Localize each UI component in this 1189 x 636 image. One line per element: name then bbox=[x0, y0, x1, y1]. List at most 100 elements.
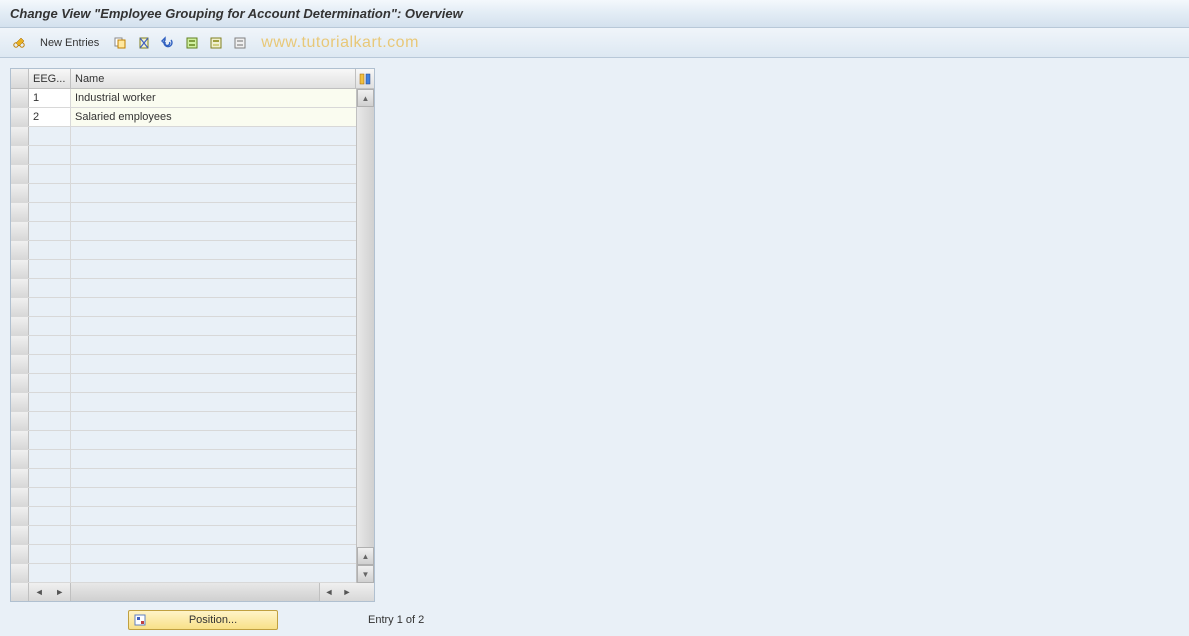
table-row[interactable] bbox=[11, 298, 358, 317]
cell-eeg[interactable] bbox=[29, 336, 71, 354]
cell-eeg[interactable] bbox=[29, 203, 71, 221]
row-selector[interactable] bbox=[11, 127, 29, 145]
cell-name[interactable] bbox=[71, 127, 358, 145]
cell-name[interactable] bbox=[71, 450, 358, 468]
row-selector[interactable] bbox=[11, 260, 29, 278]
cell-eeg[interactable] bbox=[29, 545, 71, 563]
cell-name[interactable] bbox=[71, 298, 358, 316]
row-selector[interactable] bbox=[11, 184, 29, 202]
cell-name[interactable] bbox=[71, 488, 358, 506]
cell-name[interactable] bbox=[71, 355, 358, 373]
cell-eeg[interactable] bbox=[29, 393, 71, 411]
undo-button[interactable] bbox=[157, 32, 179, 54]
table-row[interactable] bbox=[11, 127, 358, 146]
row-selector[interactable] bbox=[11, 241, 29, 259]
row-selector[interactable] bbox=[11, 374, 29, 392]
table-row[interactable] bbox=[11, 545, 358, 564]
cell-eeg[interactable] bbox=[29, 412, 71, 430]
table-row[interactable] bbox=[11, 165, 358, 184]
table-row[interactable] bbox=[11, 317, 358, 336]
row-selector[interactable] bbox=[11, 488, 29, 506]
cell-eeg[interactable] bbox=[29, 355, 71, 373]
hscroll-left-button[interactable]: ◄ bbox=[29, 583, 50, 601]
cell-name[interactable] bbox=[71, 526, 358, 544]
table-row[interactable] bbox=[11, 355, 358, 374]
row-selector[interactable] bbox=[11, 89, 29, 107]
row-selector[interactable] bbox=[11, 222, 29, 240]
toggle-edit-button[interactable] bbox=[8, 32, 30, 54]
cell-name[interactable]: Salaried employees bbox=[71, 108, 358, 126]
select-all-button[interactable] bbox=[181, 32, 203, 54]
cell-eeg[interactable] bbox=[29, 317, 71, 335]
cell-name[interactable] bbox=[71, 336, 358, 354]
table-row[interactable] bbox=[11, 241, 358, 260]
position-button[interactable]: Position... bbox=[128, 610, 278, 630]
row-selector[interactable] bbox=[11, 165, 29, 183]
table-row[interactable]: 1Industrial worker bbox=[11, 89, 358, 108]
cell-name[interactable] bbox=[71, 412, 358, 430]
cell-eeg[interactable] bbox=[29, 184, 71, 202]
cell-eeg[interactable] bbox=[29, 146, 71, 164]
cell-eeg[interactable] bbox=[29, 469, 71, 487]
row-selector[interactable] bbox=[11, 317, 29, 335]
table-row[interactable] bbox=[11, 526, 358, 545]
cell-name[interactable] bbox=[71, 146, 358, 164]
cell-name[interactable] bbox=[71, 564, 358, 582]
table-row[interactable] bbox=[11, 203, 358, 222]
cell-eeg[interactable] bbox=[29, 507, 71, 525]
cell-eeg[interactable] bbox=[29, 222, 71, 240]
cell-eeg[interactable] bbox=[29, 260, 71, 278]
table-row[interactable] bbox=[11, 412, 358, 431]
cell-name[interactable] bbox=[71, 260, 358, 278]
row-selector[interactable] bbox=[11, 469, 29, 487]
cell-name[interactable] bbox=[71, 317, 358, 335]
cell-eeg[interactable] bbox=[29, 374, 71, 392]
table-row[interactable] bbox=[11, 488, 358, 507]
cell-name[interactable] bbox=[71, 469, 358, 487]
scroll-track[interactable] bbox=[357, 107, 374, 547]
cell-name[interactable] bbox=[71, 184, 358, 202]
cell-name[interactable] bbox=[71, 279, 358, 297]
table-row[interactable] bbox=[11, 222, 358, 241]
table-row[interactable] bbox=[11, 564, 358, 583]
table-row[interactable] bbox=[11, 431, 358, 450]
deselect-all-button[interactable] bbox=[229, 32, 251, 54]
table-row[interactable] bbox=[11, 374, 358, 393]
cell-name[interactable] bbox=[71, 431, 358, 449]
delete-button[interactable] bbox=[133, 32, 155, 54]
scroll-up-button[interactable]: ▲ bbox=[357, 89, 374, 107]
cell-name[interactable] bbox=[71, 545, 358, 563]
column-header-name[interactable]: Name bbox=[71, 69, 356, 88]
cell-name[interactable] bbox=[71, 222, 358, 240]
cell-name[interactable] bbox=[71, 165, 358, 183]
cell-eeg[interactable] bbox=[29, 488, 71, 506]
cell-name[interactable] bbox=[71, 507, 358, 525]
row-selector[interactable] bbox=[11, 526, 29, 544]
cell-name[interactable] bbox=[71, 241, 358, 259]
copy-button[interactable] bbox=[109, 32, 131, 54]
cell-eeg[interactable] bbox=[29, 165, 71, 183]
cell-eeg[interactable] bbox=[29, 431, 71, 449]
row-selector[interactable] bbox=[11, 507, 29, 525]
table-row[interactable] bbox=[11, 450, 358, 469]
cell-eeg[interactable]: 2 bbox=[29, 108, 71, 126]
table-row[interactable] bbox=[11, 184, 358, 203]
cell-eeg[interactable] bbox=[29, 526, 71, 544]
table-row[interactable] bbox=[11, 393, 358, 412]
cell-eeg[interactable] bbox=[29, 127, 71, 145]
column-header-eeg[interactable]: EEG... bbox=[29, 69, 71, 88]
scroll-down-button[interactable]: ▲ bbox=[357, 547, 374, 565]
cell-eeg[interactable] bbox=[29, 279, 71, 297]
row-selector[interactable] bbox=[11, 450, 29, 468]
cell-name[interactable] bbox=[71, 203, 358, 221]
table-row[interactable] bbox=[11, 336, 358, 355]
cell-eeg[interactable]: 1 bbox=[29, 89, 71, 107]
scroll-down2-button[interactable]: ▼ bbox=[357, 565, 374, 583]
cell-name[interactable] bbox=[71, 374, 358, 392]
row-selector[interactable] bbox=[11, 279, 29, 297]
table-row[interactable] bbox=[11, 146, 358, 165]
row-selector[interactable] bbox=[11, 336, 29, 354]
vertical-scrollbar[interactable]: ▲ ▲ ▼ bbox=[356, 89, 374, 583]
cell-eeg[interactable] bbox=[29, 241, 71, 259]
hscroll-left2-button[interactable]: ◄ bbox=[320, 583, 338, 601]
